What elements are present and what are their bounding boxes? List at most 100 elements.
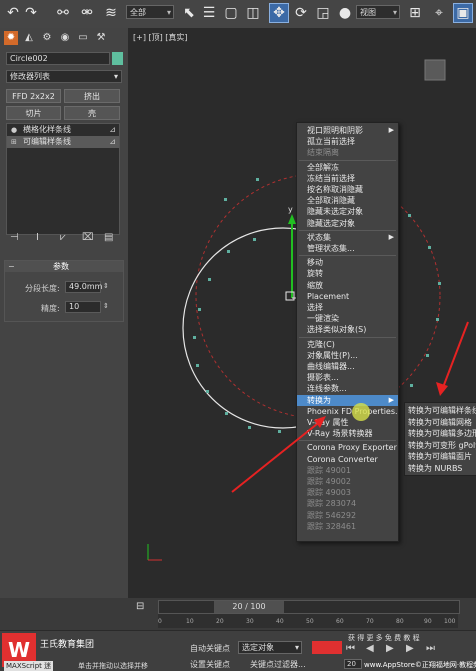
selected-object-select[interactable]: 选定对象 ▾: [238, 641, 302, 654]
menu-item[interactable]: 一键渲染: [297, 313, 398, 324]
menu-item[interactable]: V-Ray 场景转换器: [297, 428, 398, 439]
hierarchy-tab-icon[interactable]: ⚙: [40, 31, 54, 45]
snap-icon[interactable]: ⌖: [430, 4, 448, 22]
time-slider-thumb[interactable]: 20 / 100: [214, 601, 284, 613]
window-restore-icon[interactable]: ▣: [453, 3, 473, 23]
menu-item[interactable]: 跟踪 49002: [297, 476, 398, 487]
collapse-icon[interactable]: −: [8, 261, 15, 272]
menu-item[interactable]: 跟踪 49003: [297, 487, 398, 498]
create-tab-icon[interactable]: ✹: [4, 31, 18, 45]
submenu-item[interactable]: 转换为可变形 gPoly: [405, 440, 476, 451]
submenu-item[interactable]: 转换为可编辑网格: [405, 417, 476, 428]
menu-item[interactable]: 状态集 ▶: [297, 232, 398, 243]
submenu-item[interactable]: 转换为 NURBS: [405, 463, 476, 474]
menu-item[interactable]: 克隆(C): [297, 339, 398, 350]
menu-item[interactable]: 跟踪 328461: [297, 521, 398, 532]
selection-filter-select[interactable]: 全部 ▾: [126, 5, 174, 19]
view-select[interactable]: 视图 ▾: [356, 5, 400, 19]
menu-item[interactable]: 全部取消隐藏: [297, 195, 398, 206]
time-slider[interactable]: 20 / 100: [158, 600, 460, 614]
auto-key-indicator[interactable]: [312, 641, 342, 654]
expand-icon[interactable]: ⊿: [109, 124, 116, 136]
play-icon[interactable]: ▶: [386, 643, 394, 654]
pivot-icon[interactable]: ⊞: [406, 4, 424, 22]
place-icon[interactable]: ●: [336, 4, 354, 22]
slice-button[interactable]: 切片: [6, 106, 61, 120]
show-end-result-icon[interactable]: Ⅰ: [36, 232, 39, 243]
spinner-icon[interactable]: ⇕: [103, 282, 109, 290]
configure-sets-icon[interactable]: ▤: [104, 232, 113, 243]
menu-item[interactable]: 选择类似对象(S): [297, 324, 398, 335]
select-move-icon[interactable]: ✥: [269, 3, 289, 23]
menu-item[interactable]: Phoenix FD Properties...: [297, 406, 398, 417]
menu-item[interactable]: 跟踪 546292: [297, 510, 398, 521]
select-rotate-icon[interactable]: ⟳: [292, 4, 310, 22]
menu-item[interactable]: 隐藏选定对象: [297, 218, 398, 229]
display-tab-icon[interactable]: ▭: [76, 31, 90, 45]
shell-button[interactable]: 壳: [64, 106, 120, 120]
pin-stack-icon[interactable]: ⊣: [10, 232, 19, 243]
object-color-swatch[interactable]: [112, 52, 123, 65]
menu-item[interactable]: 全部解冻: [297, 162, 398, 173]
menu-item[interactable]: 冻结当前选择: [297, 173, 398, 184]
rect-selection-icon[interactable]: ▢: [222, 4, 240, 22]
precision-input[interactable]: 10: [65, 301, 101, 313]
menu-item[interactable]: 选择: [297, 302, 398, 313]
menu-item[interactable]: Corona Converter: [297, 454, 398, 465]
menu-item[interactable]: 孤立当前选择: [297, 136, 398, 147]
menu-item[interactable]: 摄影表...: [297, 372, 398, 383]
remove-modifier-icon[interactable]: ⌧: [82, 232, 94, 243]
track-bar[interactable]: 0 10 20 30 40 50 60 70 80 90 100: [158, 614, 458, 628]
modify-tab-icon[interactable]: ◭: [22, 31, 36, 45]
motion-tab-icon[interactable]: ◉: [58, 31, 72, 45]
submenu-item[interactable]: 转换为可编辑样条线: [405, 405, 476, 416]
submenu-item[interactable]: 转换为可编辑面片: [405, 451, 476, 462]
link-icon[interactable]: ⚯: [54, 4, 72, 22]
spinner-icon[interactable]: ⇕: [103, 302, 109, 310]
rollout-header[interactable]: − 参数: [5, 261, 123, 272]
menu-item[interactable]: 视口照明和阴影 ▶: [297, 125, 398, 136]
next-frame-icon[interactable]: ▶: [406, 643, 414, 654]
unlink-icon[interactable]: ⚮: [78, 4, 96, 22]
select-scale-icon[interactable]: ◲: [314, 4, 332, 22]
submenu-item[interactable]: 转换为可编辑多边形: [405, 428, 476, 439]
menu-item[interactable]: 跟踪 283074: [297, 498, 398, 509]
menu-item[interactable]: 管理状态集...: [297, 243, 398, 254]
menu-item[interactable]: 对象属性(P)...: [297, 350, 398, 361]
key-filters-button[interactable]: 关键点过滤器...: [250, 659, 306, 670]
stack-item[interactable]: ⊞ 可编辑样条线 ⊿: [7, 136, 119, 148]
menu-item[interactable]: 移动: [297, 257, 398, 268]
menu-item[interactable]: Placement: [297, 291, 398, 302]
redo-icon[interactable]: ↷: [22, 4, 40, 22]
utilities-tab-icon[interactable]: ⚒: [94, 31, 108, 45]
window-crossing-icon[interactable]: ◫: [244, 4, 262, 22]
menu-item[interactable]: 结束隔离: [297, 147, 398, 158]
segment-length-input[interactable]: 49.0mm: [65, 281, 102, 293]
menu-item[interactable]: 隐藏未选定对象: [297, 206, 398, 217]
modifier-list-select[interactable]: 修改器列表 ▾: [6, 70, 122, 83]
menu-item[interactable]: Corona Proxy Exporter: [297, 442, 398, 453]
select-object-icon[interactable]: ⬉: [180, 4, 198, 22]
menu-item[interactable]: V-Ray 属性: [297, 417, 398, 428]
extrude-button[interactable]: 挤出: [64, 89, 120, 103]
select-by-name-icon[interactable]: ☰: [200, 4, 218, 22]
menu-item[interactable]: 旋转: [297, 268, 398, 279]
auto-key-label[interactable]: 自动关键点: [190, 643, 230, 654]
ffd-button[interactable]: FFD 2x2x2: [6, 89, 61, 103]
stack-item[interactable]: ● 横格化样条线 ⊿: [7, 124, 119, 136]
expand-icon[interactable]: ⊿: [109, 136, 116, 148]
go-to-start-icon[interactable]: ⏮: [346, 643, 355, 654]
prev-frame-icon[interactable]: ◀: [366, 643, 374, 654]
menu-item[interactable]: 转换为 ▶: [297, 394, 398, 406]
make-unique-icon[interactable]: ⩗: [60, 232, 66, 243]
undo-icon[interactable]: ↶: [4, 4, 22, 22]
current-frame-input[interactable]: 20: [344, 659, 362, 669]
menu-item[interactable]: 缩放: [297, 280, 398, 291]
menu-item[interactable]: 曲线编辑器...: [297, 361, 398, 372]
menu-item[interactable]: 按名称取消隐藏: [297, 184, 398, 195]
object-name-field[interactable]: Circle002: [6, 52, 110, 65]
bind-space-warp-icon[interactable]: ≋: [102, 4, 120, 22]
go-to-end-icon[interactable]: ⏭: [426, 643, 435, 654]
menu-item[interactable]: 连线参数...: [297, 383, 398, 394]
set-key-label[interactable]: 设置关键点: [190, 659, 230, 670]
